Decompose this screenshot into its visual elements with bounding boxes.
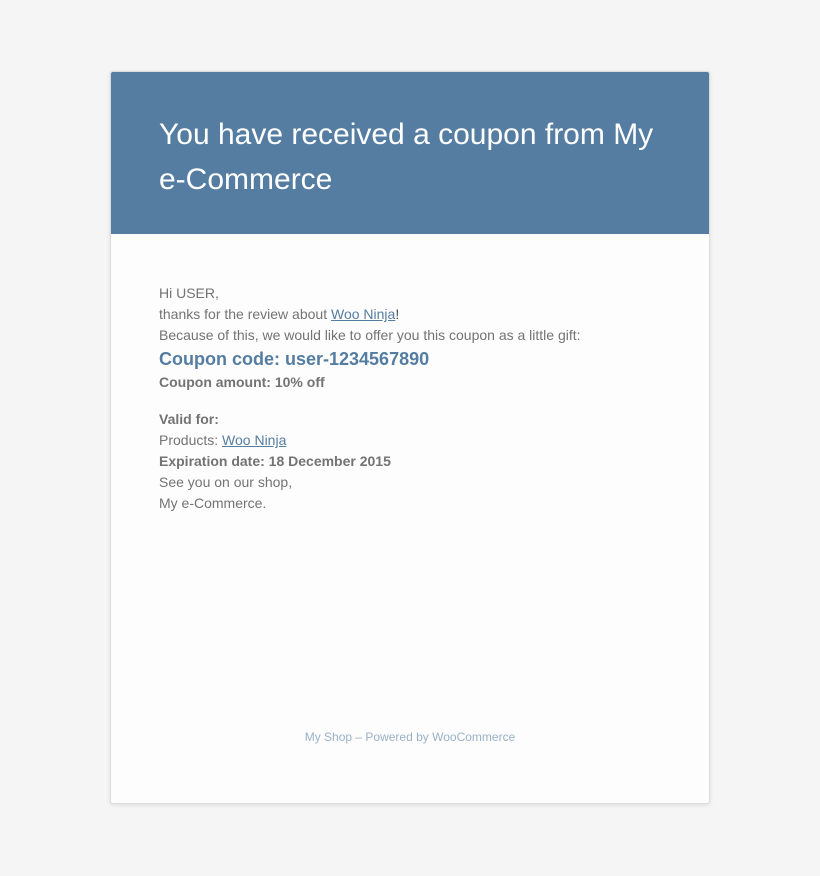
email-body: Hi USER, thanks for the review about Woo… xyxy=(111,234,709,514)
products-prefix: Products: xyxy=(159,432,223,448)
offer-line: Because of this, we would like to offer … xyxy=(159,327,581,343)
thanks-line: thanks for the review about Woo Ninja! xyxy=(159,304,661,325)
thanks-suffix: ! xyxy=(395,306,400,322)
coupon-amount: Coupon amount: 10% off xyxy=(159,374,325,390)
greeting-line: Hi USER, xyxy=(159,285,219,301)
valid-product-link[interactable]: Woo Ninja xyxy=(222,432,286,448)
product-review-link[interactable]: Woo Ninja xyxy=(331,306,395,322)
coupon-code: Coupon code: user-1234567890 xyxy=(159,349,430,369)
valid-for-label: Valid for: xyxy=(159,411,219,427)
closing-line: See you on our shop, xyxy=(159,474,293,490)
signature: My e-Commerce. xyxy=(159,495,267,511)
email-container: You have received a coupon from My e-Com… xyxy=(110,71,710,804)
email-footer: My Shop – Powered by WooCommerce xyxy=(304,730,516,744)
thanks-prefix: thanks for the review about xyxy=(159,306,331,322)
expiration-date: Expiration date: 18 December 2015 xyxy=(159,453,391,469)
email-header: You have received a coupon from My e-Com… xyxy=(111,72,709,234)
valid-for-section: Valid for: Products: Woo Ninja xyxy=(159,409,661,451)
email-title: You have received a coupon from My e-Com… xyxy=(159,118,654,196)
